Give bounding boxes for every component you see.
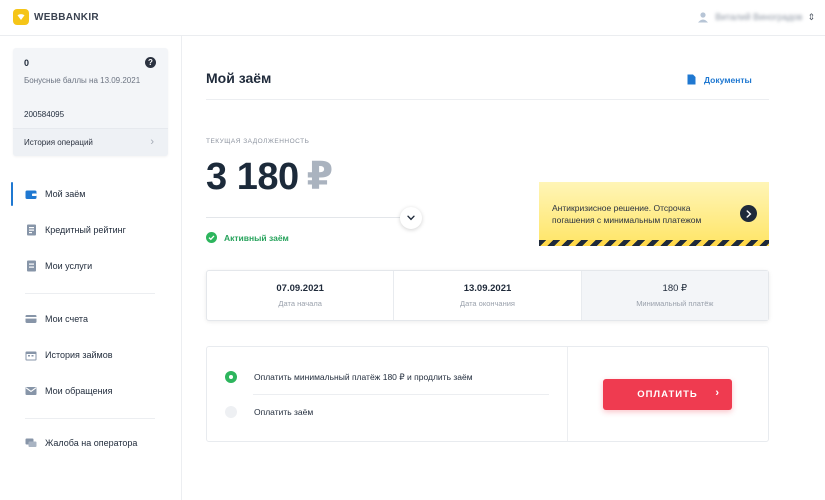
- calendar-icon: [25, 349, 37, 361]
- radio-selected[interactable]: [225, 371, 237, 383]
- start-date-cell: 07.09.2021 Дата начала: [207, 271, 395, 320]
- chevron-right-icon: ›: [150, 136, 154, 148]
- user-icon: [698, 12, 709, 23]
- nav-divider: [25, 293, 155, 294]
- chevron-down-icon: [407, 215, 415, 221]
- sidebar-item-loan-history[interactable]: История займов: [0, 337, 182, 373]
- debt-currency: ₽: [306, 156, 333, 198]
- sidebar-item-my-requests[interactable]: Мои обращения: [0, 373, 182, 409]
- current-debt-label: Текущая задолженность: [206, 138, 310, 145]
- brand-name: WEBBANKIR: [34, 11, 99, 23]
- start-date-label: Дата начала: [278, 299, 322, 308]
- sidebar-item-label: Жалоба на оператора: [45, 438, 138, 448]
- sidebar-item-label: Кредитный рейтинг: [45, 225, 126, 235]
- hazard-stripe: [539, 240, 769, 246]
- sidebar-item-label: История займов: [45, 350, 113, 360]
- bonus-label: Бонусные баллы на 13.09.2021: [24, 76, 141, 85]
- sidebar: 0 ? Бонусные баллы на 13.09.2021 2005840…: [0, 36, 182, 500]
- sidebar-item-credit-rating[interactable]: Кредитный рейтинг: [0, 212, 182, 248]
- sidebar-item-my-loan[interactable]: Мой заём: [0, 176, 182, 212]
- bonus-card: 0 ? Бонусные баллы на 13.09.2021 2005840…: [13, 48, 168, 156]
- document-icon: [687, 74, 696, 85]
- loan-terms-card: 07.09.2021 Дата начала 13.09.2021 Дата о…: [206, 270, 769, 321]
- sidebar-item-label: Мои счета: [45, 314, 88, 324]
- end-date-cell: 13.09.2021 Дата окончания: [394, 271, 582, 320]
- payment-divider: [567, 347, 568, 441]
- account-number: 200584095: [24, 110, 65, 119]
- min-payment-value: 180 ₽: [662, 283, 688, 294]
- title-divider: [206, 99, 769, 100]
- help-icon[interactable]: ?: [145, 57, 156, 68]
- bonus-count: 0: [24, 58, 30, 68]
- nav-divider: [25, 418, 155, 419]
- documents-label: Документы: [704, 74, 752, 85]
- chevron-updown-icon: ⇕: [807, 11, 815, 22]
- option-pay-minimum[interactable]: Оплатить минимальный платёж 180 ₽ и прод…: [225, 371, 473, 383]
- current-debt-amount: 3 180 ₽: [206, 154, 333, 199]
- min-payment-label: Минимальный платёж: [636, 299, 714, 308]
- option-pay-minimum-label: Оплатить минимальный платёж 180 ₽ и прод…: [254, 371, 473, 382]
- loan-status: Активный заём: [206, 232, 289, 243]
- brand-logo[interactable]: WEBBANKIR: [13, 9, 99, 25]
- option-pay-full-label: Оплатить заём: [254, 407, 314, 417]
- option-pay-full[interactable]: Оплатить заём: [225, 406, 313, 418]
- chat-icon: [25, 437, 37, 449]
- user-menu[interactable]: Виталий Виноградов ⇕: [697, 11, 815, 23]
- start-date-value: 07.09.2021: [276, 283, 324, 294]
- debt-value: 3 180: [206, 156, 299, 198]
- operations-history-link[interactable]: История операций ›: [13, 128, 168, 156]
- sidebar-item-label: Мой заём: [45, 189, 86, 199]
- sidebar-item-my-services[interactable]: Мои услуги: [0, 248, 182, 284]
- sidebar-item-label: Мои обращения: [45, 386, 113, 396]
- sidebar-item-operator-complaint[interactable]: Жалоба на оператора: [0, 425, 182, 461]
- sidebar-item-my-accounts[interactable]: Мои счета: [0, 301, 182, 337]
- debt-divider: [206, 217, 413, 218]
- logo-icon: [13, 9, 29, 25]
- operations-history-label: История операций: [24, 138, 93, 147]
- loan-status-label: Активный заём: [224, 232, 289, 243]
- chevron-right-icon: [746, 209, 751, 218]
- radio-unselected[interactable]: [225, 406, 237, 418]
- wallet-icon: [25, 188, 37, 200]
- payment-card: Оплатить минимальный платёж 180 ₽ и прод…: [206, 346, 769, 442]
- option-divider: [253, 394, 549, 395]
- end-date-label: Дата окончания: [459, 299, 515, 308]
- end-date-value: 13.09.2021: [463, 283, 512, 294]
- main-content: Мой заём Документы Текущая задолженность…: [182, 36, 825, 500]
- check-circle-icon: [206, 232, 217, 243]
- rating-icon: [25, 224, 37, 236]
- top-bar: WEBBANKIR Виталий Виноградов ⇕: [0, 0, 825, 36]
- sidebar-item-label: Мои услуги: [45, 261, 93, 271]
- pay-button-label: ОПЛАТИТЬ: [637, 389, 698, 400]
- chevron-right-icon: ›: [715, 387, 720, 399]
- services-icon: [25, 260, 37, 272]
- anti-crisis-promo-banner[interactable]: Антикризисное решение. Отсрочка погашени…: [539, 182, 769, 246]
- page-title: Мой заём: [206, 70, 272, 86]
- expand-details-button[interactable]: [400, 207, 422, 229]
- user-name: Виталий Виноградов: [715, 12, 803, 22]
- pay-button[interactable]: ОПЛАТИТЬ ›: [603, 379, 732, 410]
- min-payment-cell: 180 ₽ Минимальный платёж: [581, 271, 768, 320]
- mail-icon: [25, 385, 37, 397]
- documents-link[interactable]: Документы: [687, 74, 752, 85]
- cards-icon: [25, 313, 37, 325]
- promo-arrow-button[interactable]: [740, 205, 757, 222]
- promo-text: Антикризисное решение. Отсрочка погашени…: [552, 203, 702, 225]
